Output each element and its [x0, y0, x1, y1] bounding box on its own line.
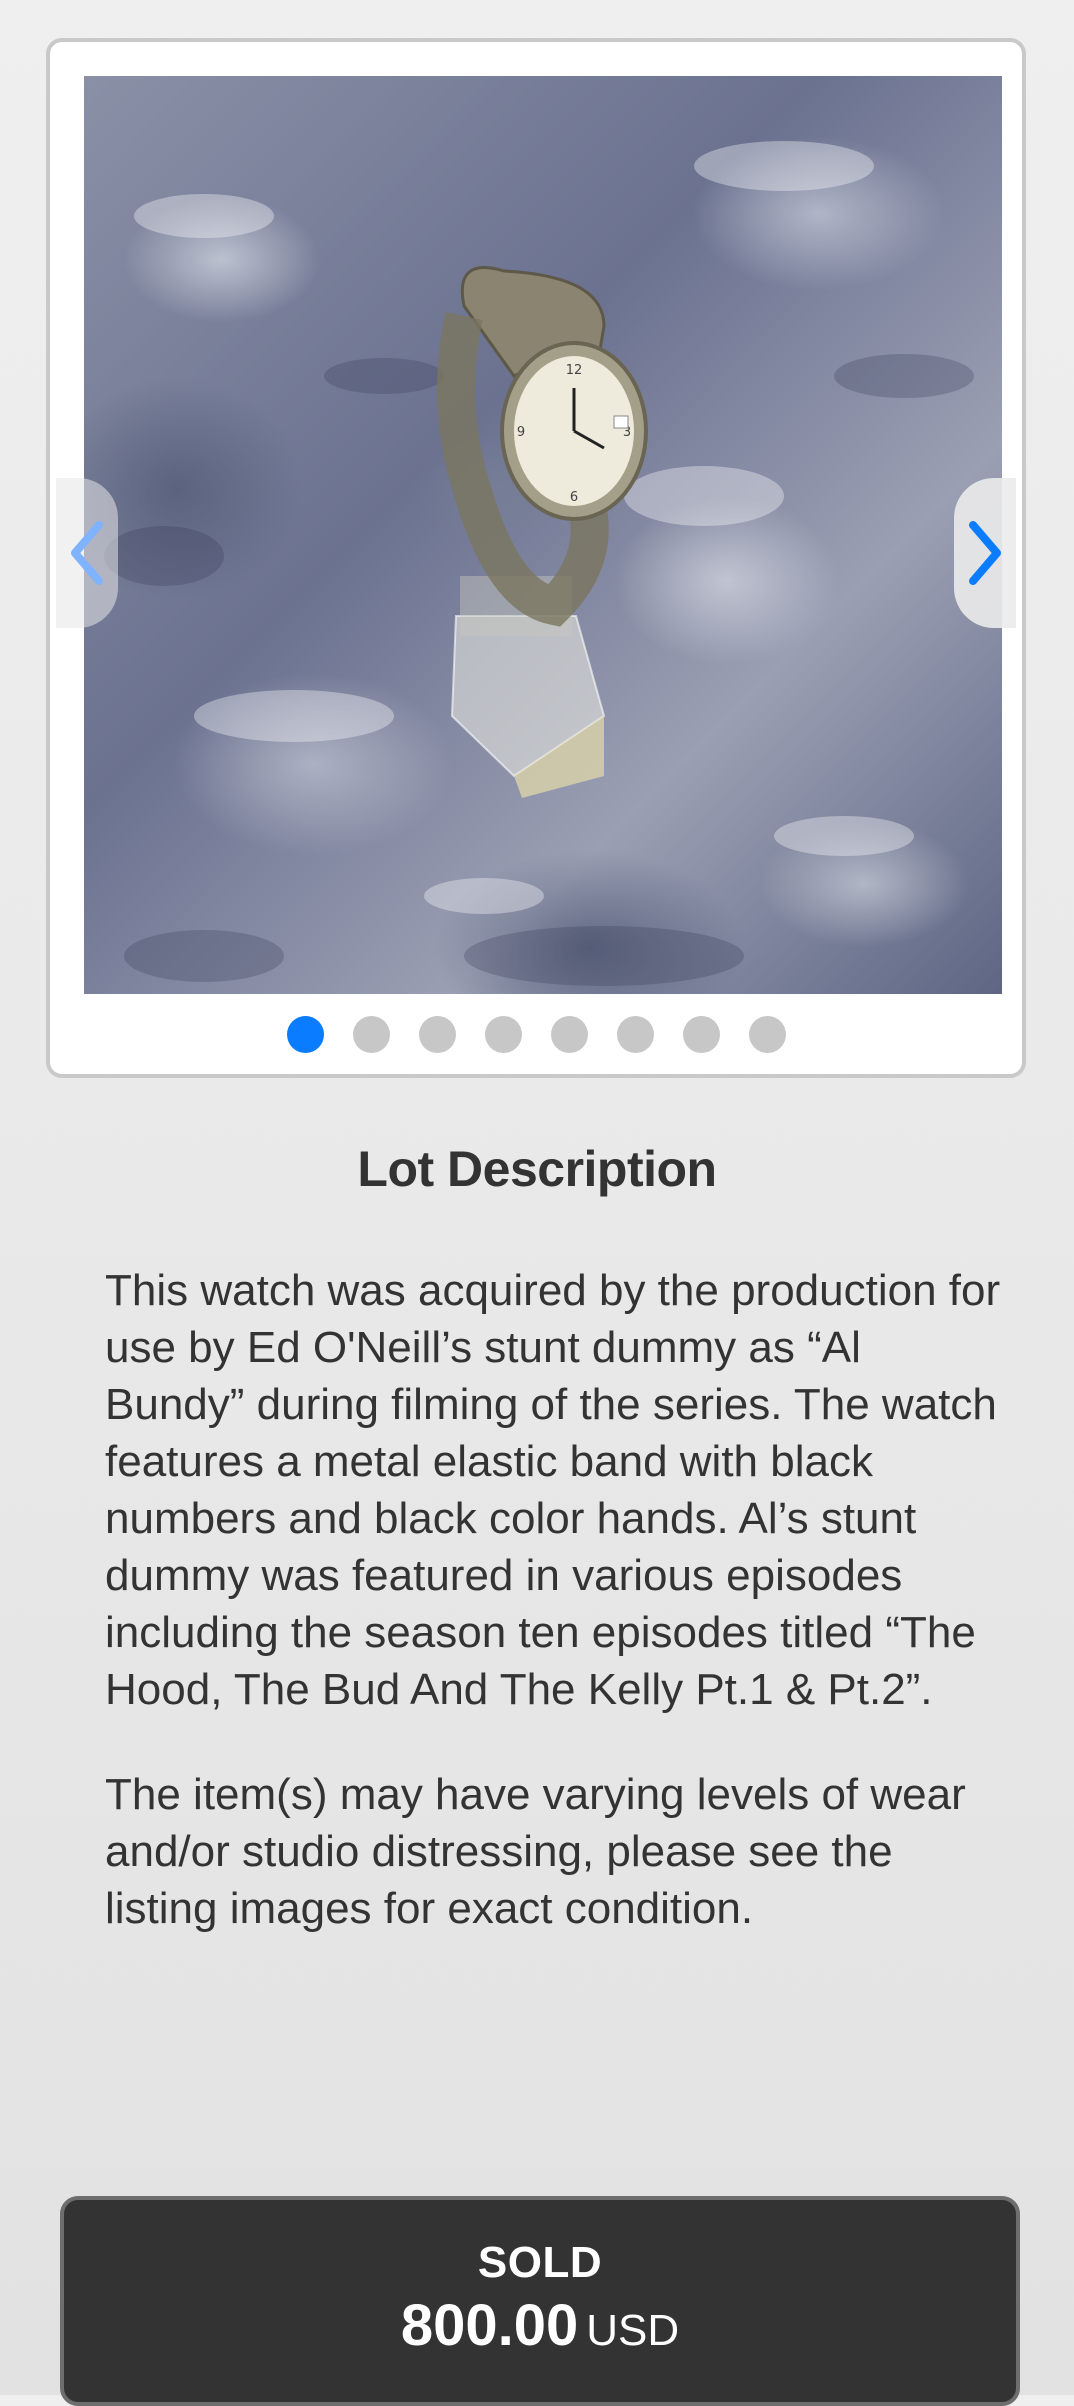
lot-photo[interactable]: 12 3 6 9 [84, 76, 1002, 994]
lot-description-body: This watch was acquired by the productio… [105, 1262, 1005, 1985]
svg-text:12: 12 [566, 363, 583, 378]
svg-text:9: 9 [517, 425, 525, 440]
gallery-dot-7[interactable] [682, 1016, 720, 1053]
gallery-dot-3[interactable] [418, 1016, 456, 1053]
gallery-pagination [50, 1016, 1022, 1053]
chevron-left-icon [71, 521, 103, 585]
previous-image-button[interactable] [56, 478, 118, 628]
gallery-dot-8[interactable] [748, 1016, 786, 1053]
chevron-right-icon [969, 521, 1001, 585]
watch-illustration: 12 3 6 9 [104, 141, 974, 986]
price-amount: 800.00 [400, 2293, 579, 2358]
gallery-dot-5[interactable] [550, 1016, 588, 1053]
svg-text:6: 6 [570, 490, 578, 505]
gallery-dot-1[interactable] [286, 1016, 324, 1053]
gallery-dot-2[interactable] [352, 1016, 390, 1053]
lot-description-heading: Lot Description [357, 1141, 717, 1197]
gallery-dot-4[interactable] [484, 1016, 522, 1053]
next-image-button[interactable] [954, 478, 1016, 628]
image-gallery: 12 3 6 9 [46, 38, 1026, 1078]
sold-status-label: SOLD [477, 2238, 603, 2287]
description-paragraph: This watch was acquired by the productio… [105, 1266, 1001, 1714]
sold-price: 800.00 USD [64, 2292, 1016, 2359]
gallery-dot-6[interactable] [616, 1016, 654, 1053]
sold-price-panel: SOLD 800.00 USD [60, 2196, 1020, 2406]
description-paragraph: The item(s) may have varying levels of w… [105, 1770, 966, 1933]
price-currency: USD [586, 2306, 680, 2355]
